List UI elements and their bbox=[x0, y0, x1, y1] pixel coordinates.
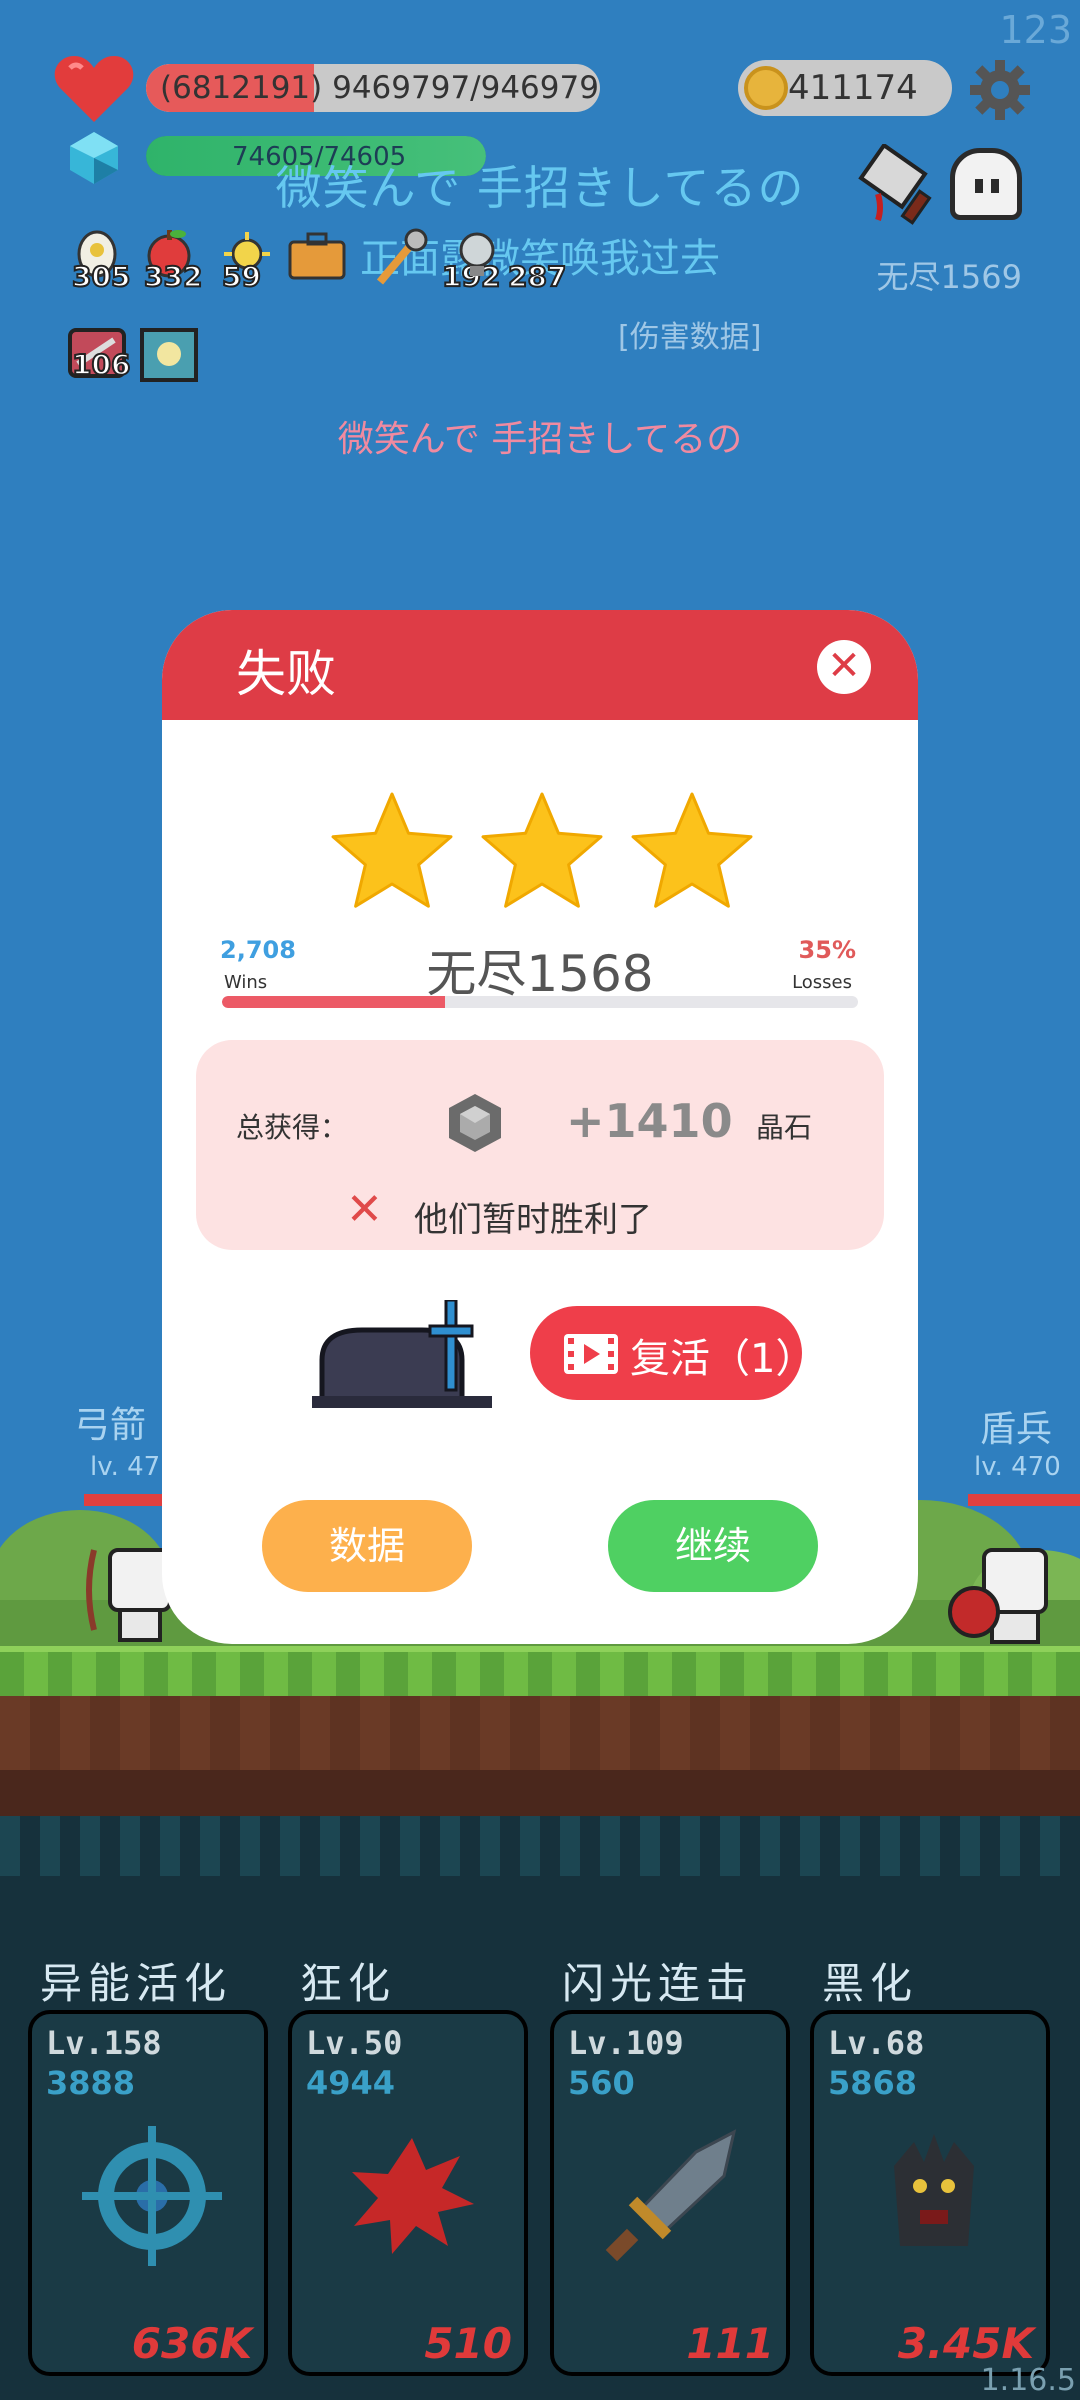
item-count: 332 bbox=[143, 259, 203, 294]
star-icon bbox=[481, 792, 603, 908]
defeat-x-icon: ✕ bbox=[346, 1184, 383, 1235]
reward-label: 总获得： bbox=[236, 1111, 349, 1144]
heart-icon bbox=[54, 56, 134, 122]
enemy-right-hp bbox=[968, 1494, 1080, 1506]
target-icon bbox=[82, 2126, 222, 2266]
skill-name: 狂化 bbox=[300, 1959, 397, 2008]
skill-level: Lv.109 bbox=[568, 2024, 684, 2062]
skill-name: 闪光连击 bbox=[562, 1959, 755, 2008]
dark-tree-icon bbox=[894, 2134, 974, 2246]
progress-bar bbox=[222, 996, 858, 1008]
reward-box: 总获得： +1410 晶石 ✕ 他们暂时胜利了 bbox=[196, 1040, 884, 1250]
skill-power: 4944 bbox=[306, 2064, 396, 2102]
data-button[interactable]: 数据 bbox=[262, 1500, 472, 1592]
skill-upgrade-cost: 3.45K bbox=[897, 2319, 1034, 2368]
skill-level: Lv.158 bbox=[46, 2024, 162, 2062]
skill-card-darken[interactable]: Lv.68 5868 3.45K bbox=[810, 2010, 1050, 2376]
enemy-right-name: 盾兵 bbox=[980, 1409, 1053, 1450]
enemy-right-level: lv. 470 bbox=[974, 1452, 1061, 1482]
sword-icon bbox=[605, 2129, 737, 2262]
losses-value: 35% bbox=[798, 936, 856, 964]
lyric-line-3: 微笑んで 手招きしてるの bbox=[337, 419, 743, 460]
gold-amount: 411174 bbox=[788, 68, 918, 108]
video-icon bbox=[564, 1334, 618, 1374]
frame-icon[interactable] bbox=[136, 324, 202, 390]
skill-upgrade-cost: 111 bbox=[686, 2319, 774, 2368]
lyric-line-1: 微笑んで 手招きしてるの bbox=[275, 161, 805, 215]
reward-unit: 晶石 bbox=[756, 1111, 813, 1144]
item-count: 106 bbox=[71, 347, 131, 382]
tombstone-icon bbox=[312, 1300, 492, 1408]
item-count: 59 bbox=[221, 259, 262, 294]
apple-icon[interactable]: 332 bbox=[136, 226, 203, 294]
briefcase-icon[interactable] bbox=[284, 226, 350, 292]
coin-icon bbox=[744, 66, 788, 110]
enemy-left-hp bbox=[84, 1494, 164, 1506]
hp-bar: (6812191) 9469797/9469797 bbox=[146, 64, 600, 112]
skill-upgrade-cost: 510 bbox=[424, 2319, 512, 2368]
shield-soldier-sprite bbox=[948, 1548, 1048, 1644]
crystal-icon bbox=[449, 1094, 501, 1152]
damage-data-link[interactable]: [伤害数据] bbox=[618, 312, 761, 356]
skill-name: 异能活化 bbox=[40, 1959, 233, 2008]
close-icon[interactable]: ✕ bbox=[817, 640, 871, 694]
skill-level: Lv.50 bbox=[306, 2024, 403, 2062]
reward-amount: +1410 bbox=[566, 1094, 733, 1148]
tool-icon[interactable]: 192 bbox=[370, 226, 501, 294]
defeat-message: 他们暂时胜利了 bbox=[414, 1200, 652, 1240]
bulb-icon[interactable]: 287 bbox=[444, 226, 567, 294]
star-icon bbox=[631, 792, 753, 908]
skill-name: 黑化 bbox=[822, 1959, 919, 2008]
ground-dirt-deep bbox=[0, 1770, 1080, 1816]
hp-text: (6812191) 9469797/9469797 bbox=[160, 70, 600, 106]
egg-icon[interactable]: 305 bbox=[64, 226, 131, 294]
revive-label: 复活（1） bbox=[630, 1336, 816, 1382]
continue-button[interactable]: 继续 bbox=[608, 1500, 818, 1592]
skill-card-berserk[interactable]: Lv.50 4944 510 bbox=[288, 2010, 528, 2376]
endless-stage-label: 无尽1569 bbox=[876, 258, 1022, 296]
star-rating bbox=[331, 792, 753, 908]
losses-label: Losses bbox=[792, 972, 852, 993]
ground-grass bbox=[0, 1646, 1080, 1696]
defeat-dialog: 失败 ✕ 2,708 Wins 无尽1568 35% Losses 总获得： +… bbox=[162, 610, 918, 1644]
splash-icon bbox=[352, 2138, 474, 2254]
enemy-left-name: 弓箭 bbox=[74, 1405, 147, 1446]
dialog-title: 失败 bbox=[236, 645, 336, 703]
skill-power: 5868 bbox=[828, 2064, 918, 2102]
fps-counter: 123 bbox=[999, 8, 1072, 52]
progress-bar-fill bbox=[222, 996, 445, 1008]
item-count: 287 bbox=[507, 259, 567, 294]
skill-upgrade-cost: 636K bbox=[131, 2319, 252, 2368]
version-label: 1.16.5 bbox=[980, 2363, 1076, 2398]
gold-counter: 411174 bbox=[738, 60, 952, 116]
scroll-icon[interactable]: 106 bbox=[64, 324, 131, 390]
skill-level: Lv.68 bbox=[828, 2024, 925, 2062]
item-count: 305 bbox=[71, 259, 131, 294]
skill-card-flash-combo[interactable]: Lv.109 560 111 bbox=[550, 2010, 790, 2376]
skill-card-psionic-activation[interactable]: Lv.158 3888 636K bbox=[28, 2010, 268, 2376]
skill-power: 560 bbox=[568, 2064, 635, 2102]
lamp-icon[interactable]: 59 bbox=[214, 226, 280, 294]
skill-power: 3888 bbox=[46, 2064, 136, 2102]
enemy-left-level: lv. 47 bbox=[90, 1452, 161, 1482]
dialog-header: 失败 ✕ bbox=[162, 610, 918, 720]
settings-gear-icon[interactable] bbox=[968, 58, 1032, 122]
star-icon bbox=[331, 792, 453, 908]
revive-button[interactable]: 复活（1） bbox=[530, 1306, 815, 1400]
